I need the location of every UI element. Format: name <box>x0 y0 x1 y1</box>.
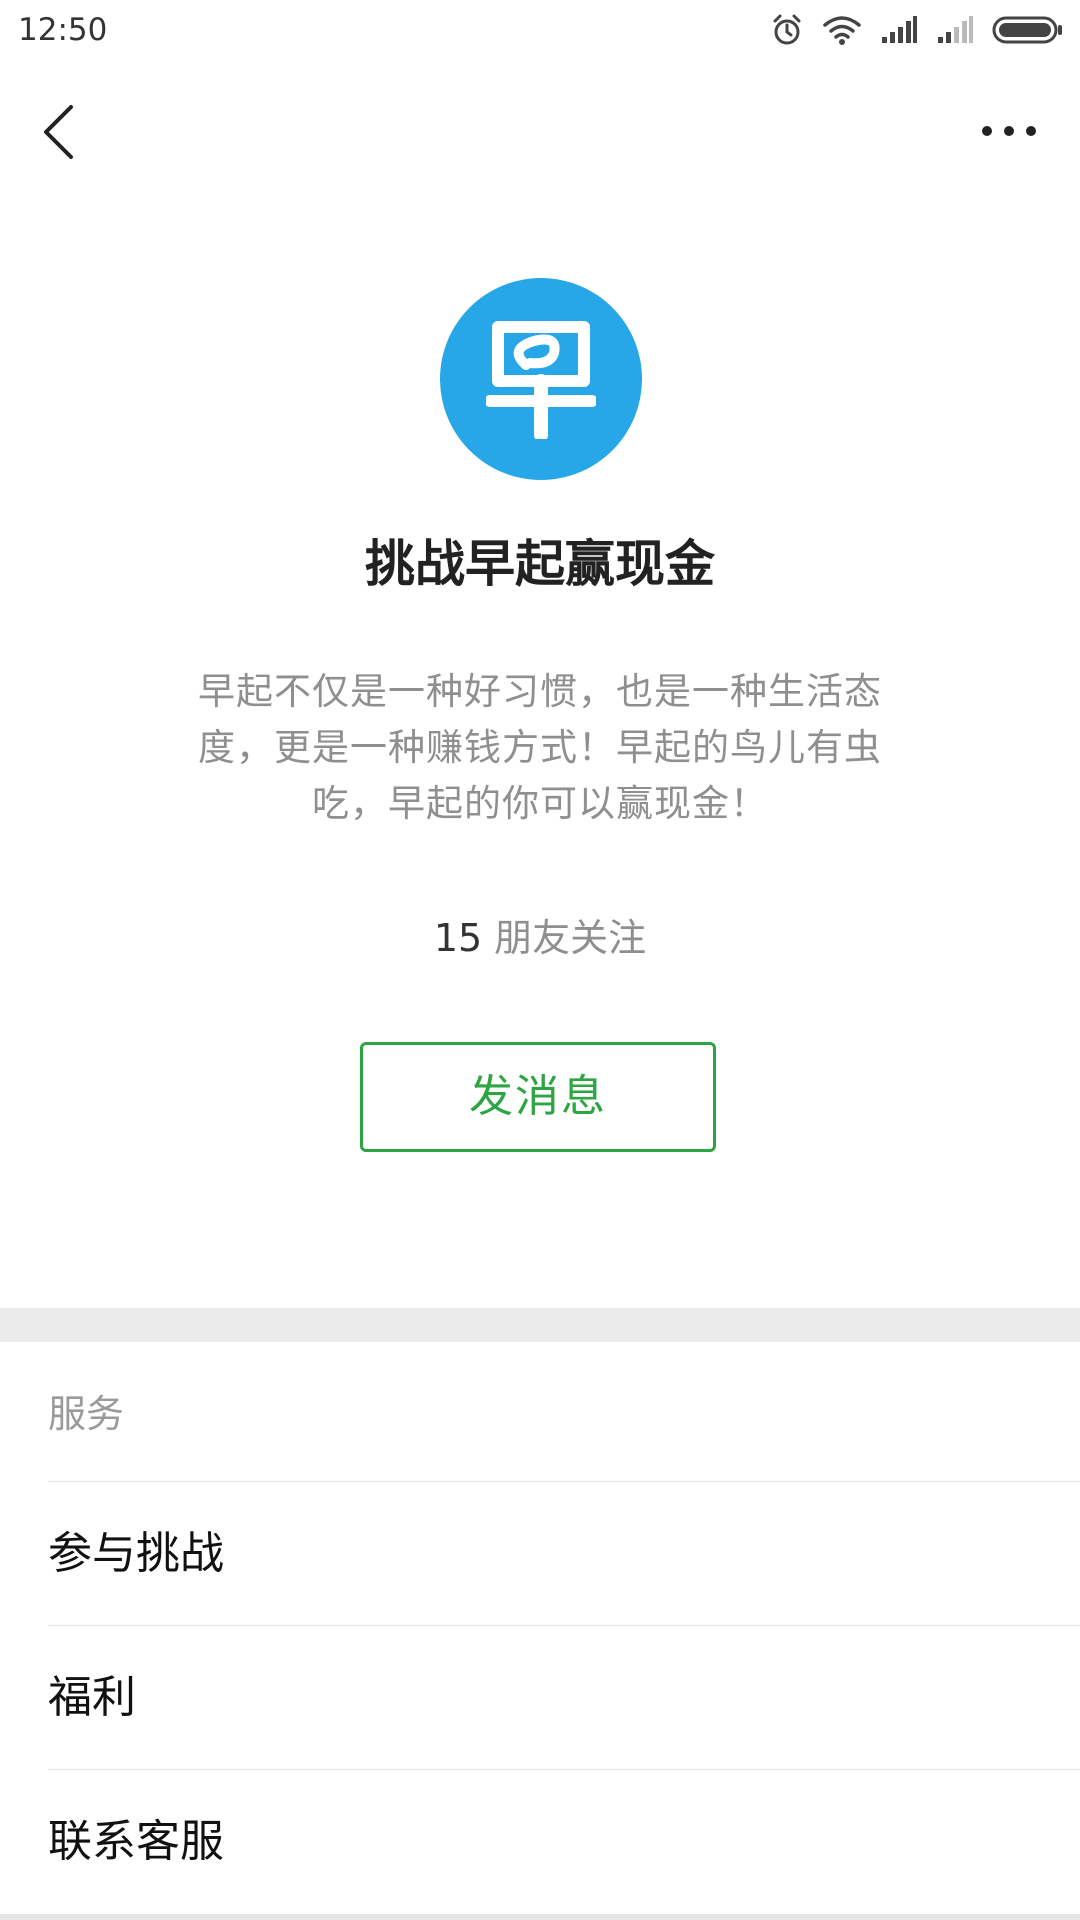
followers-label: 朋友关注 <box>494 916 647 960</box>
service-item-label: 福利 <box>48 1672 136 1723</box>
back-button[interactable] <box>30 98 86 166</box>
status-icons <box>770 10 1064 50</box>
account-description: 早起不仅是一种好习惯，也是一种生活态度，更是一种赚钱方式！早起的鸟儿有虫吃，早起… <box>198 670 882 825</box>
services-header-label: 服务 <box>48 1392 125 1436</box>
signal-icon <box>882 16 917 43</box>
followers-count: 15 <box>433 916 483 960</box>
service-item-label: 参与挑战 <box>48 1528 224 1579</box>
more-dots-icon <box>982 126 1036 136</box>
profile-section: 挑战早起赢现金 早起不仅是一种好习惯，也是一种生活态度，更是一种赚钱方式！早起的… <box>0 202 1080 1308</box>
account-name: 挑战早起赢现金 <box>365 535 715 593</box>
section-divider <box>0 1308 1080 1342</box>
battery-icon <box>992 16 1062 44</box>
more-button[interactable] <box>974 106 1044 156</box>
status-time: 12:50 <box>18 12 108 48</box>
bottom-divider <box>0 1914 1080 1920</box>
followers-info: 15 朋友关注 <box>0 912 1080 964</box>
signal-weak-icon <box>938 16 973 43</box>
service-item-welfare[interactable]: 福利 <box>48 1626 1080 1770</box>
service-item-join-challenge[interactable]: 参与挑战 <box>48 1482 1080 1626</box>
status-bar: 12:50 <box>0 0 1080 62</box>
nav-bar <box>0 62 1080 202</box>
send-message-button[interactable]: 发消息 <box>360 1042 716 1152</box>
chevron-left-icon <box>44 105 73 159</box>
alarm-icon <box>773 14 801 45</box>
logo-icon <box>486 321 596 439</box>
service-item-contact-support[interactable]: 联系客服 <box>48 1770 1080 1914</box>
wifi-icon <box>823 16 861 45</box>
services-header: 服务 <box>48 1342 1080 1482</box>
avatar[interactable] <box>440 278 642 480</box>
service-item-label: 联系客服 <box>48 1816 224 1867</box>
services-section: 服务 参与挑战 福利 联系客服 <box>0 1342 1080 1920</box>
